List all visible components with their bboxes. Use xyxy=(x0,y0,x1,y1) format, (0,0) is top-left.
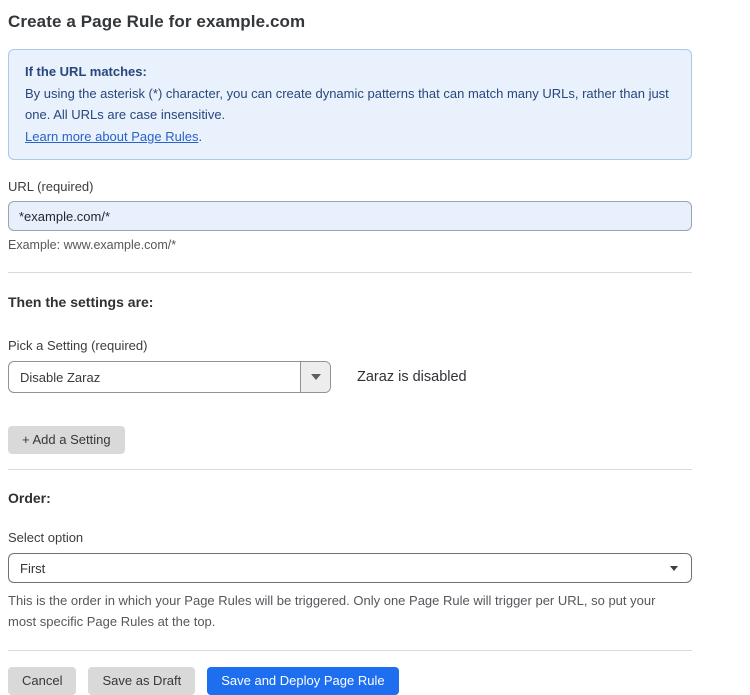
info-box-heading: If the URL matches: xyxy=(25,61,675,82)
order-select-value: First xyxy=(20,561,45,576)
pick-setting-label: Pick a Setting (required) xyxy=(8,338,692,353)
link-period: . xyxy=(198,129,202,144)
cancel-button[interactable]: Cancel xyxy=(8,667,76,695)
setting-select-value: Disable Zaraz xyxy=(9,362,300,392)
page-rule-form: Create a Page Rule for example.com If th… xyxy=(0,0,700,695)
setting-select[interactable]: Disable Zaraz xyxy=(8,361,331,393)
url-example-helper: Example: www.example.com/* xyxy=(8,238,692,252)
url-match-info-box: If the URL matches: By using the asteris… xyxy=(8,49,692,160)
url-input[interactable] xyxy=(8,201,692,231)
setting-picker-row: Disable Zaraz Zaraz is disabled xyxy=(8,361,692,393)
divider xyxy=(8,469,692,470)
info-box-link-line: Learn more about Page Rules. xyxy=(25,126,675,147)
learn-more-link[interactable]: Learn more about Page Rules xyxy=(25,129,198,144)
setting-select-arrow-button[interactable] xyxy=(300,362,330,392)
add-setting-button[interactable]: + Add a Setting xyxy=(8,426,125,454)
chevron-down-icon xyxy=(311,374,321,380)
info-box-body: By using the asterisk (*) character, you… xyxy=(25,83,675,125)
order-section-heading: Order: xyxy=(8,490,692,506)
order-select-label: Select option xyxy=(8,530,692,545)
order-description: This is the order in which your Page Rul… xyxy=(8,590,678,632)
action-button-row: Cancel Save as Draft Save and Deploy Pag… xyxy=(8,667,692,695)
page-title: Create a Page Rule for example.com xyxy=(8,12,692,32)
setting-status-text: Zaraz is disabled xyxy=(357,369,467,385)
settings-section-heading: Then the settings are: xyxy=(8,294,692,310)
chevron-down-icon xyxy=(670,566,678,571)
order-select[interactable]: First xyxy=(8,553,692,583)
url-field-label: URL (required) xyxy=(8,179,692,194)
save-as-draft-button[interactable]: Save as Draft xyxy=(88,667,195,695)
divider xyxy=(8,272,692,273)
divider xyxy=(8,650,692,651)
save-and-deploy-button[interactable]: Save and Deploy Page Rule xyxy=(207,667,398,695)
